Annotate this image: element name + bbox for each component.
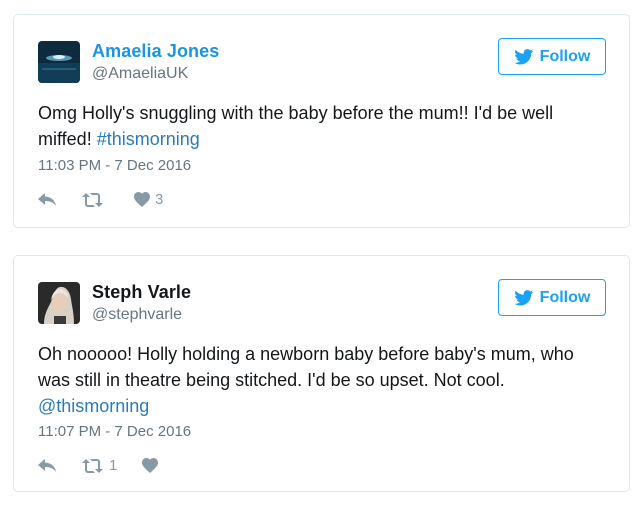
user-handle[interactable]: @stephvarle [92, 306, 182, 324]
avatar[interactable] [38, 282, 80, 324]
tweet-actions: 1 [38, 457, 163, 474]
avatar[interactable] [38, 41, 80, 83]
user-handle[interactable]: @AmaeliaUK [92, 65, 188, 83]
twitter-bird-icon [513, 48, 533, 65]
tweet-body: Oh nooooo! Holly holding a newborn baby … [38, 344, 574, 390]
display-name[interactable]: Amaelia Jones [92, 41, 219, 62]
retweet-icon [82, 192, 103, 207]
follow-label: Follow [539, 47, 591, 65]
like-button[interactable] [142, 458, 163, 473]
retweet-count: 1 [109, 457, 118, 474]
display-name[interactable]: Steph Varle [92, 282, 191, 303]
twitter-bird-icon [513, 289, 533, 306]
mention-link[interactable]: @thismorning [38, 396, 149, 416]
hashtag-link[interactable]: #thismorning [97, 129, 200, 149]
follow-button[interactable]: Follow [498, 279, 606, 316]
reply-icon [38, 458, 56, 472]
follow-button[interactable]: Follow [498, 38, 606, 75]
heart-icon [142, 458, 158, 473]
follow-label: Follow [539, 288, 591, 306]
retweet-button[interactable]: 1 [82, 457, 142, 474]
tweet-actions: 3 [38, 191, 163, 208]
retweet-button[interactable] [82, 192, 134, 207]
timestamp[interactable]: 11:03 PM - 7 Dec 2016 [38, 157, 191, 174]
reply-button[interactable] [38, 192, 82, 207]
tweet-card: Amaelia Jones @AmaeliaUK Follow Omg Holl… [13, 14, 630, 228]
tweet-text: Omg Holly's snuggling with the baby befo… [38, 100, 605, 152]
tweet-card: Steph Varle @stephvarle Follow Oh nooooo… [13, 255, 630, 492]
timestamp[interactable]: 11:07 PM - 7 Dec 2016 [38, 423, 191, 440]
reply-button[interactable] [38, 458, 82, 473]
retweet-icon [82, 458, 103, 473]
like-count: 3 [155, 191, 164, 208]
tweet-text: Oh nooooo! Holly holding a newborn baby … [38, 341, 605, 419]
heart-icon [134, 192, 150, 207]
reply-icon [38, 192, 56, 206]
like-button[interactable]: 3 [134, 191, 163, 208]
